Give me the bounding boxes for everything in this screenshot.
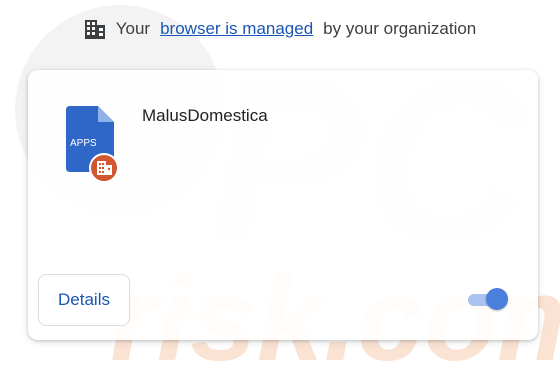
- extension-page: PC risk.com Your browser is managed by y…: [0, 0, 560, 376]
- extension-enable-toggle[interactable]: [468, 288, 508, 312]
- banner-prefix: Your: [115, 19, 151, 38]
- managed-banner: Your browser is managed by your organiza…: [0, 18, 560, 40]
- toggle-knob: [486, 288, 508, 310]
- extension-app-icon: APPS: [64, 104, 124, 188]
- managed-link[interactable]: browser is managed: [160, 19, 313, 39]
- banner-suffix: by your organization: [323, 19, 477, 38]
- extension-name: MalusDomestica: [142, 106, 268, 125]
- app-icon-label: APPS: [70, 138, 97, 149]
- details-button[interactable]: Details: [38, 274, 130, 326]
- building-icon: [84, 18, 106, 40]
- extension-card: APPS MalusDomestica Details: [28, 70, 538, 340]
